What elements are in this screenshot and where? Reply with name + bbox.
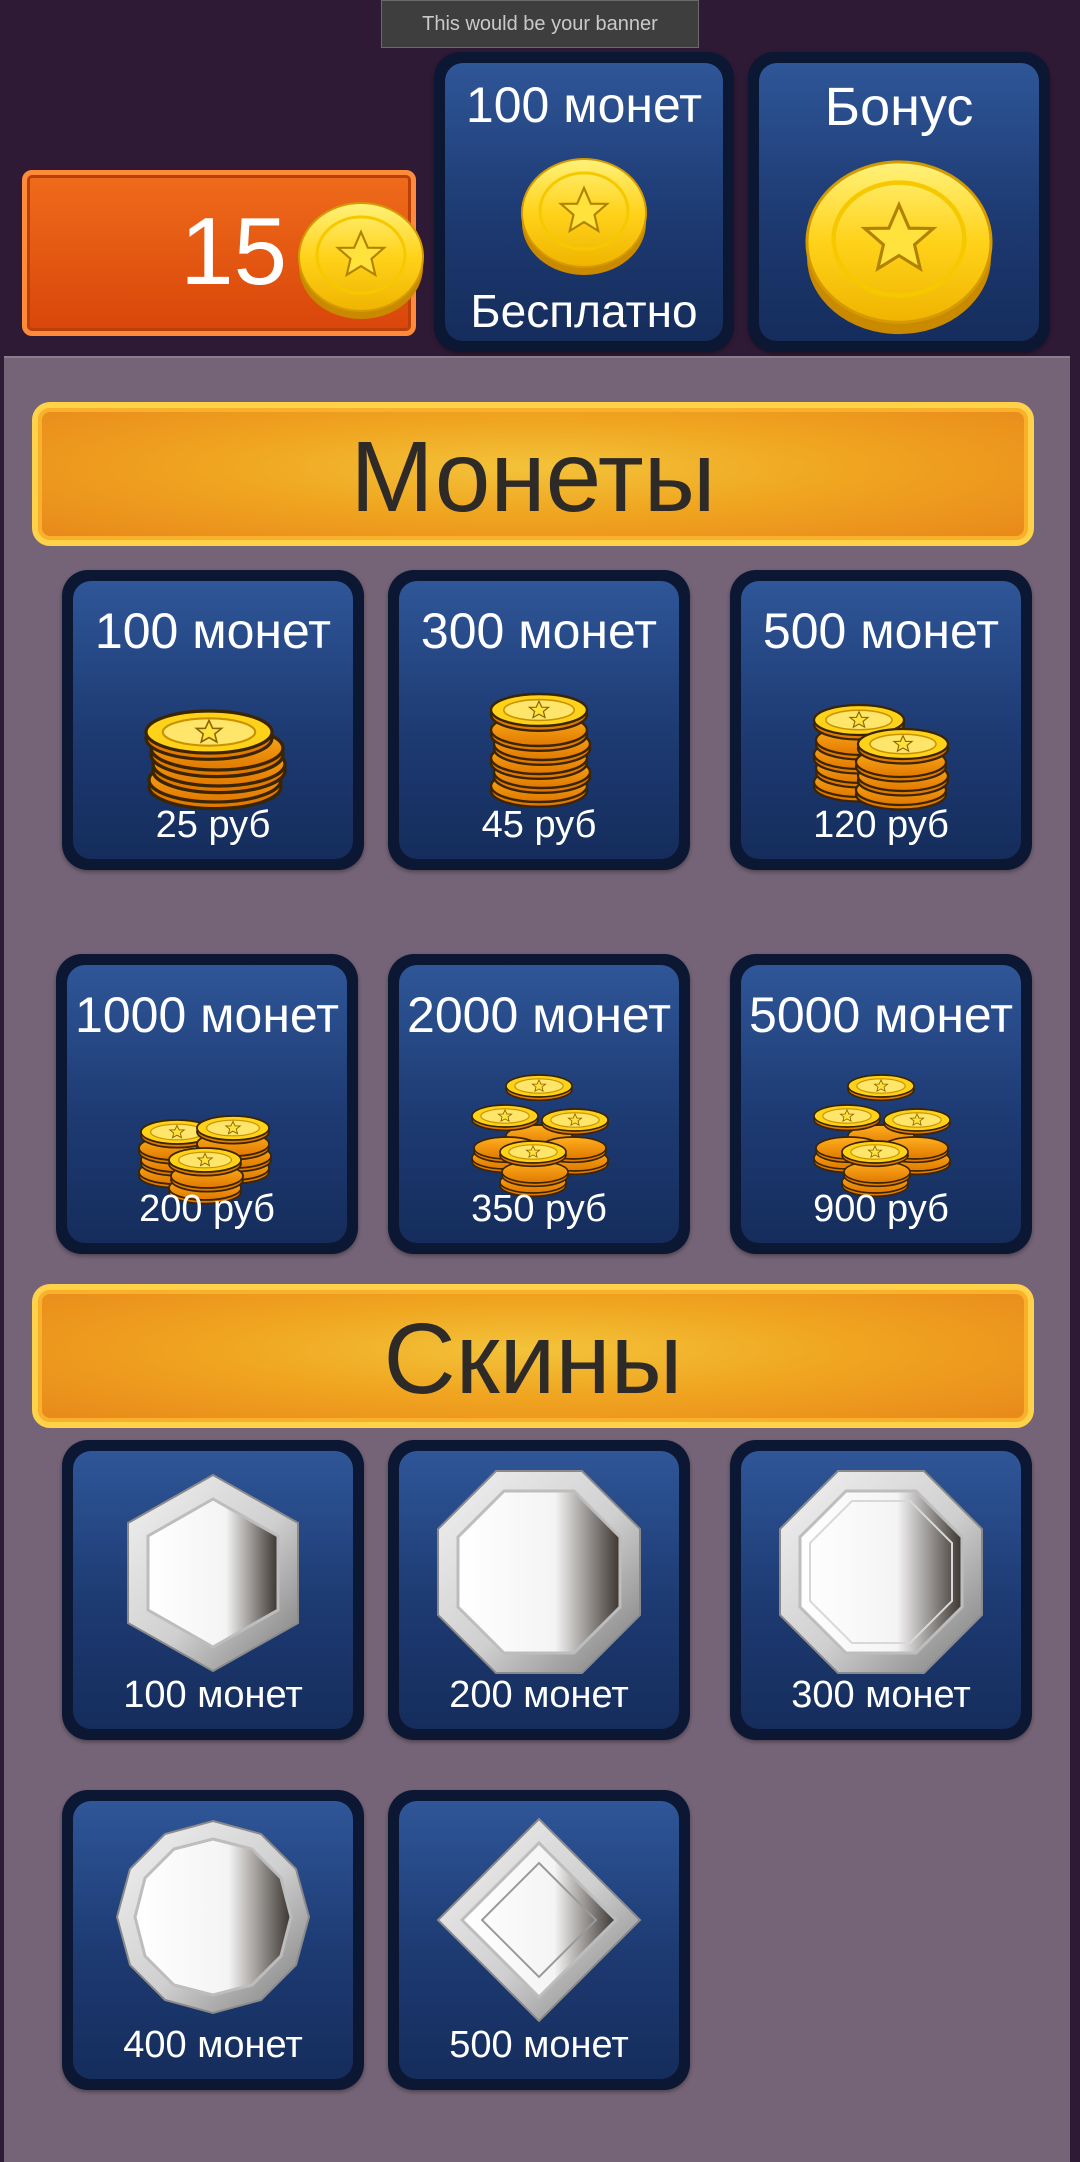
coin-icon (521, 158, 647, 275)
free-coins-card[interactable]: 100 монет Бесплатно (434, 52, 734, 352)
coin-pack-price: 45 руб (481, 804, 597, 846)
skins-section-title: Скины (383, 1303, 683, 1415)
coins-section-title: Монеты (350, 421, 716, 533)
octagon-skin-icon (779, 1470, 983, 1674)
coin-stack-icon (489, 692, 592, 808)
coin-pack-price: 900 руб (813, 1188, 949, 1230)
coin-pack-300[interactable]: 300 монет 45 руб (388, 570, 690, 870)
free-coins-label: Бесплатно (470, 285, 698, 337)
coin-pack-2000[interactable]: 2000 монет 350 руб (388, 954, 690, 1254)
bonus-title: Бонус (824, 77, 974, 137)
coin-pack-amount: 5000 монет (749, 987, 1013, 1043)
bonus-card[interactable]: Бонус (748, 52, 1050, 352)
coin-pack-amount: 500 монет (762, 603, 1000, 659)
skin-octagon[interactable]: 200 монет (388, 1440, 690, 1740)
coin-balance-value: 15 (180, 198, 287, 305)
hexagon-skin-icon (127, 1473, 299, 1673)
coin-pack-amount: 300 монет (420, 603, 658, 659)
skin-diamond[interactable]: 500 монет (388, 1790, 690, 2090)
coin-pack-amount: 2000 монет (407, 987, 671, 1043)
coin-pack-amount: 1000 монет (75, 987, 339, 1043)
coin-pile-icon (471, 1074, 609, 1198)
coin-pack-1000[interactable]: 1000 монет 200 руб (56, 954, 358, 1254)
coin-pile-icon (138, 1115, 272, 1205)
skin-price: 300 монет (791, 1674, 971, 1716)
shop-panel: Монеты 100 монет 25 руб 300 монет 45 руб… (4, 356, 1070, 2162)
coin-pack-5000[interactable]: 5000 монет 900 руб (730, 954, 1032, 1254)
large-coin-icon (805, 160, 993, 335)
coin-pack-price: 350 руб (471, 1188, 607, 1230)
skin-price: 100 монет (123, 1674, 303, 1716)
coin-stack-icon (812, 703, 950, 811)
coins-section-header: Монеты (32, 402, 1034, 546)
diamond-skin-icon (436, 1817, 642, 2023)
skin-price: 400 монет (123, 2024, 303, 2066)
coin-pack-amount: 100 монет (94, 603, 332, 659)
skin-price: 500 монет (449, 2024, 629, 2066)
coin-icon (298, 202, 424, 319)
coin-stack-icon (144, 709, 287, 811)
skin-price: 200 монет (449, 1674, 629, 1716)
free-coins-title: 100 монет (465, 77, 703, 133)
coin-pile-icon (813, 1074, 951, 1198)
coin-pack-100[interactable]: 100 монет 25 руб (62, 570, 364, 870)
coin-pack-500[interactable]: 500 монет 120 руб (730, 570, 1032, 870)
skin-dodecagon[interactable]: 400 монет (62, 1790, 364, 2090)
ad-banner[interactable]: This would be your banner (381, 0, 699, 48)
skin-octagon-2[interactable]: 300 монет (730, 1440, 1032, 1740)
coin-pack-price: 25 руб (155, 804, 271, 846)
skins-section-header: Скины (32, 1284, 1034, 1428)
octagon-skin-icon (437, 1470, 641, 1674)
coin-pack-price: 200 руб (139, 1188, 275, 1230)
coin-pack-price: 120 руб (813, 804, 949, 846)
dodecagon-skin-icon (115, 1819, 311, 2015)
coin-balance: 15 (22, 170, 424, 336)
skin-hexagon[interactable]: 100 монет (62, 1440, 364, 1740)
